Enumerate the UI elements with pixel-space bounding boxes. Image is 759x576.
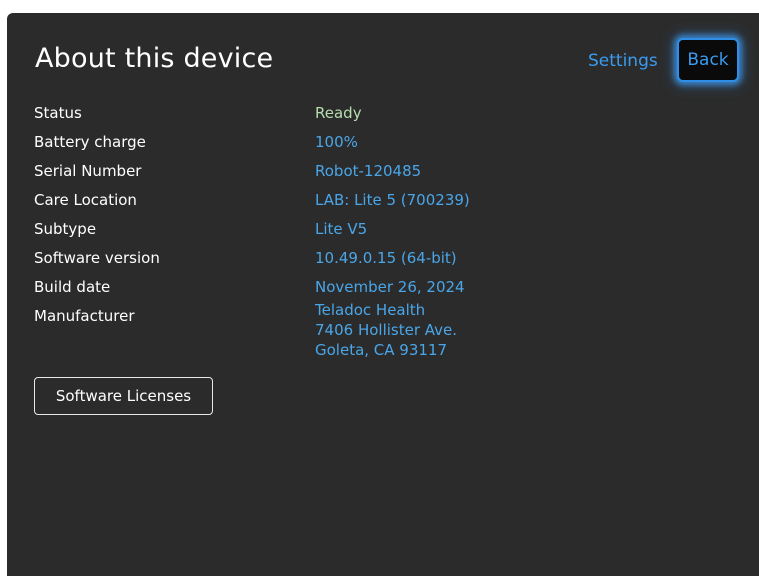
battery-value: 100% [315,133,358,151]
back-button[interactable]: Back [677,38,739,82]
care-location-label: Care Location [34,191,137,209]
status-label: Status [34,104,82,122]
manufacturer-city: Goleta, CA 93117 [315,341,448,359]
subtype-label: Subtype [34,220,97,238]
status-value: Ready [315,104,362,122]
about-device-panel: About this device Settings Back Status R… [7,13,759,576]
care-location-value: LAB: Lite 5 (700239) [315,191,470,209]
build-date-value: November 26, 2024 [315,278,465,296]
serial-label: Serial Number [34,162,142,180]
battery-label: Battery charge [34,133,146,151]
build-date-label: Build date [34,278,111,296]
software-licenses-button[interactable]: Software Licenses [34,377,213,415]
serial-value: Robot-120485 [315,162,422,180]
manufacturer-value: Teladoc Health 7406 Hollister Ave. Golet… [315,300,457,360]
subtype-value: Lite V5 [315,220,368,238]
software-version-label: Software version [34,249,160,267]
settings-link[interactable]: Settings [588,51,658,71]
page-title: About this device [35,43,274,74]
manufacturer-street: 7406 Hollister Ave. [315,321,458,339]
manufacturer-label: Manufacturer [34,307,135,325]
software-version-value: 10.49.0.15 (64-bit) [315,249,457,267]
manufacturer-name: Teladoc Health [315,301,426,319]
